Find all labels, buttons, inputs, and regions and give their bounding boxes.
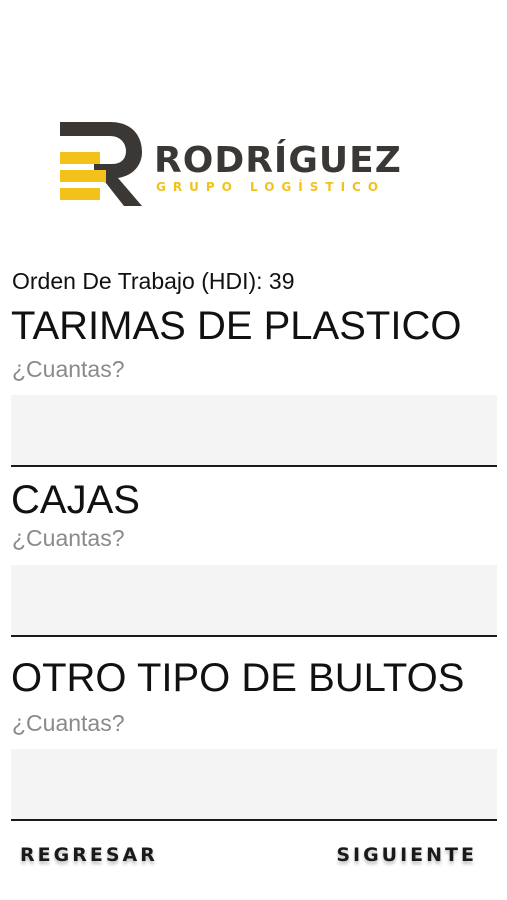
otro-quantity-input[interactable]: [11, 749, 497, 821]
back-button[interactable]: REGRESAR: [20, 844, 158, 866]
section-hint-cajas: ¿Cuantas?: [12, 525, 125, 551]
work-order-label: Orden De Trabajo (HDI): 39: [12, 268, 295, 294]
tarimas-quantity-input[interactable]: [11, 395, 497, 467]
section-title-tarimas: TARIMAS DE PLASTICO: [11, 304, 462, 348]
section-hint-tarimas: ¿Cuantas?: [12, 356, 125, 382]
section-title-cajas: CAJAS: [11, 478, 140, 522]
cajas-quantity-input[interactable]: [11, 565, 497, 637]
logo-r-mark-icon: [60, 122, 142, 206]
logo-tagline: GRUPO LOGÍSTICO: [156, 180, 386, 194]
section-hint-otro: ¿Cuantas?: [12, 710, 125, 736]
logo-brand-name: RODRÍGUEZ: [154, 140, 402, 181]
section-title-otro: OTRO TIPO DE BULTOS: [11, 656, 465, 700]
next-button[interactable]: SIGUIENTE: [336, 844, 477, 866]
company-logo: RODRÍGUEZ GRUPO LOGÍSTICO: [58, 120, 438, 210]
